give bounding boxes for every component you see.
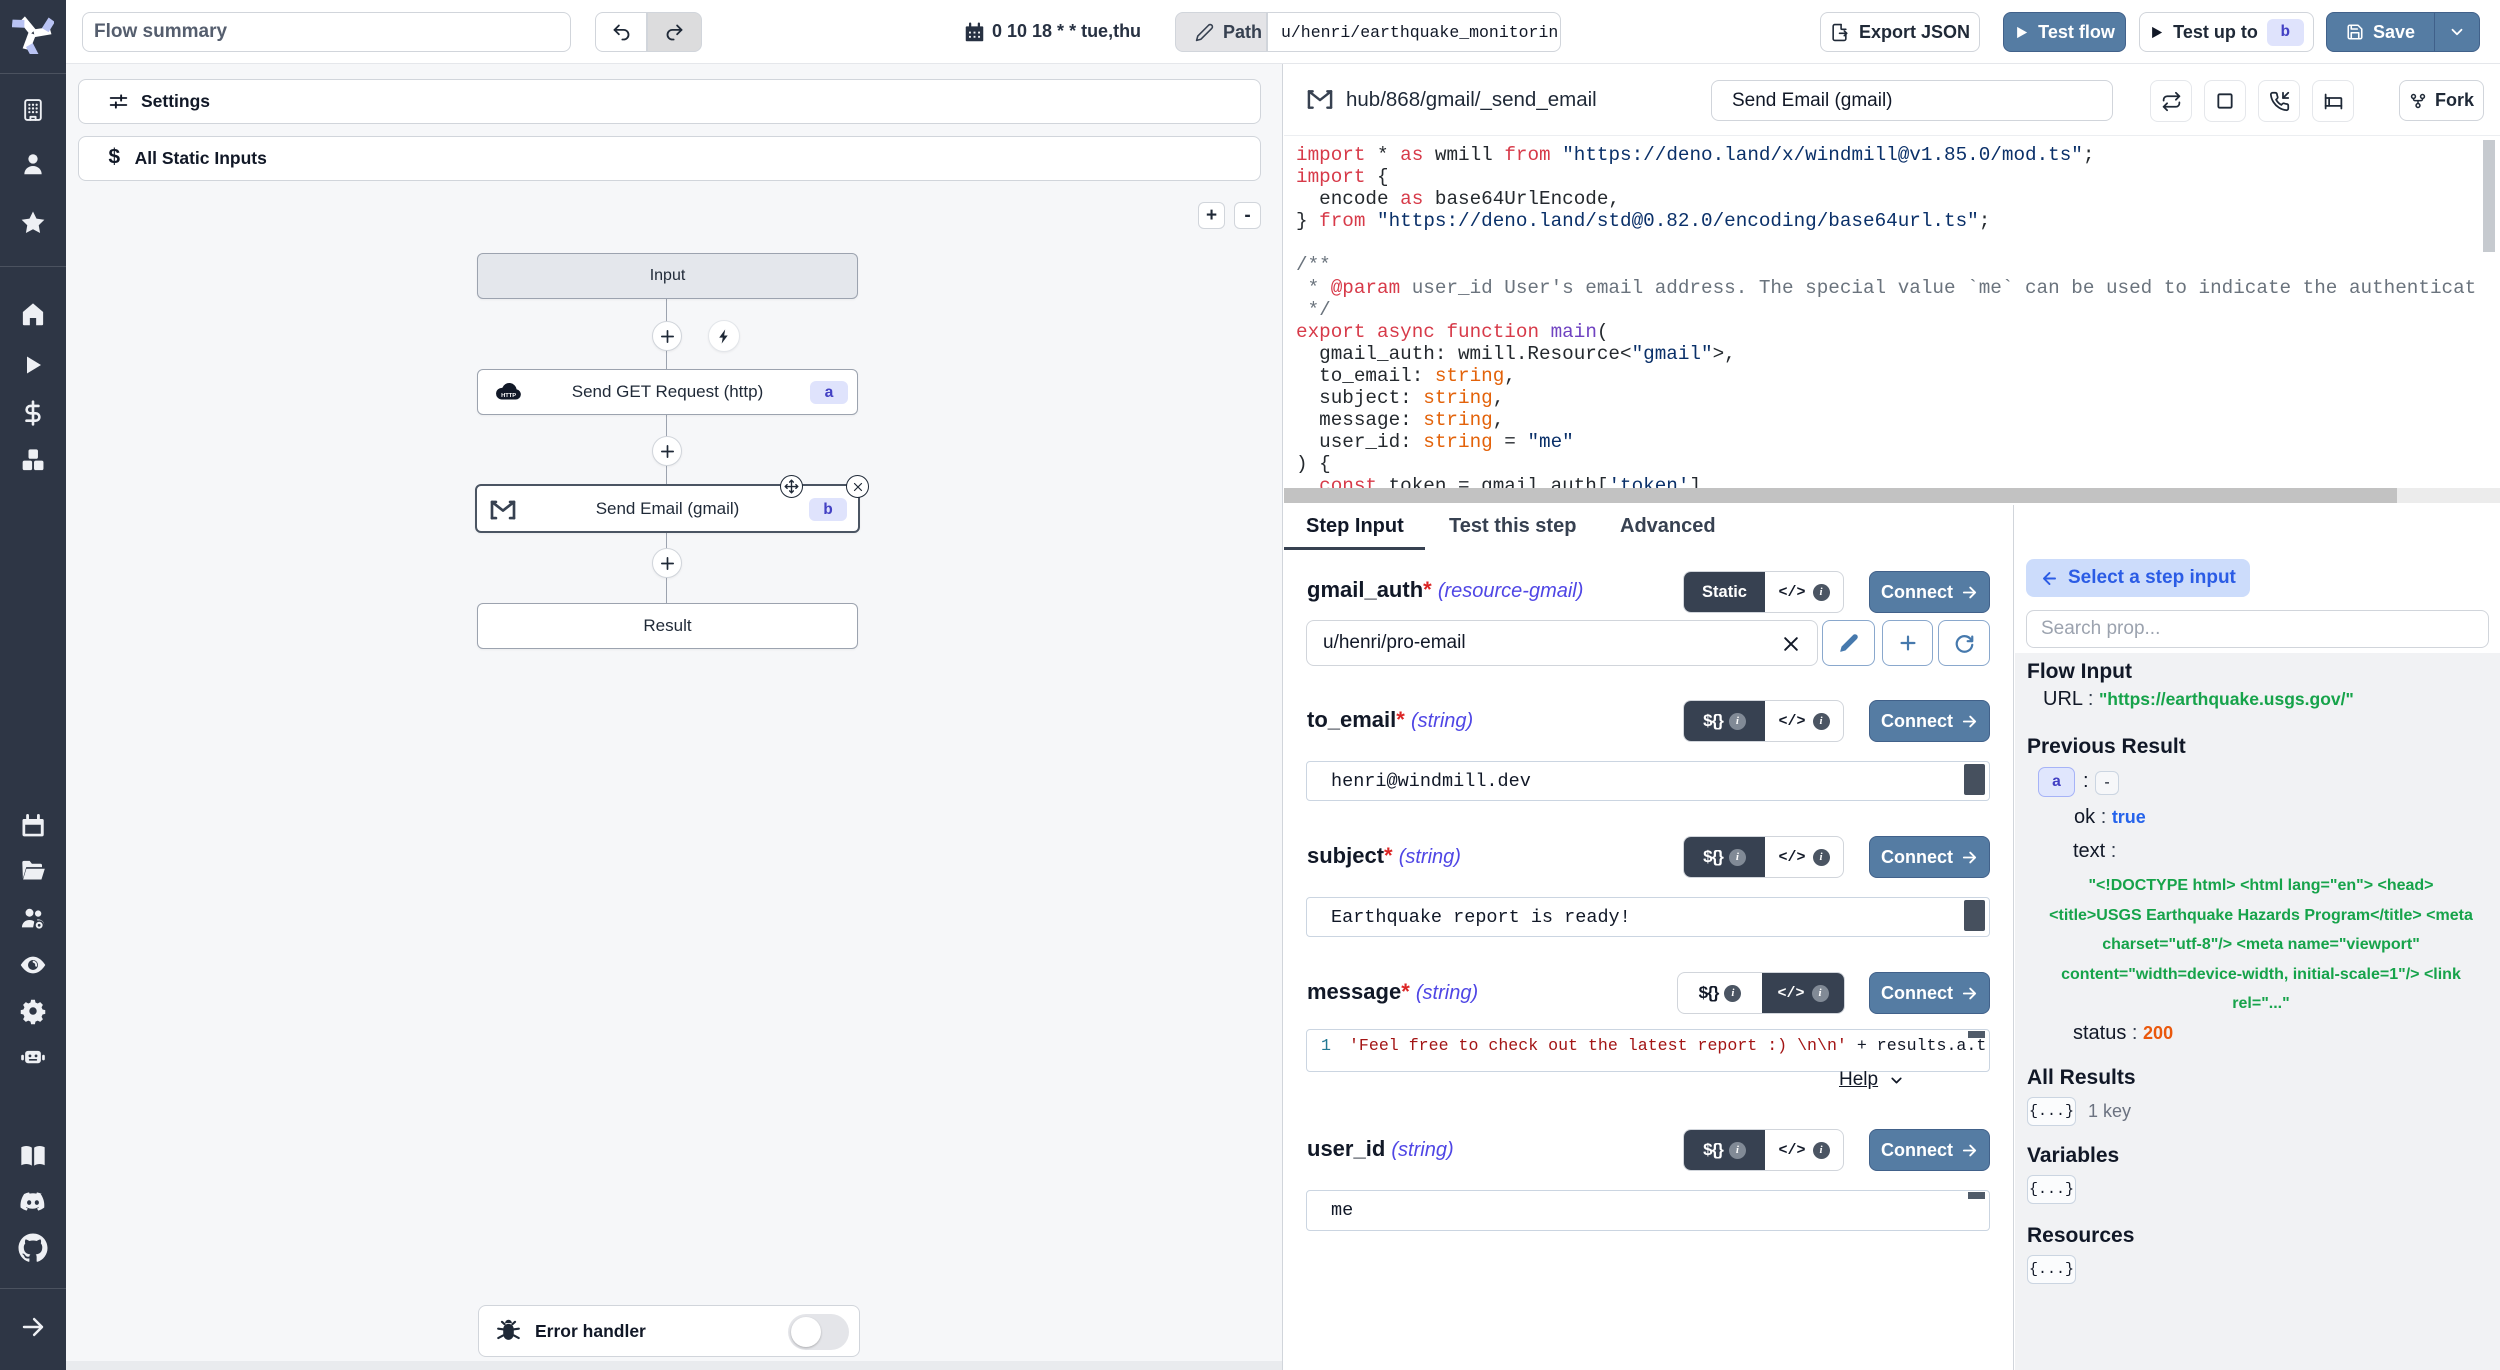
svg-text:HTTP: HTTP bbox=[501, 393, 516, 399]
